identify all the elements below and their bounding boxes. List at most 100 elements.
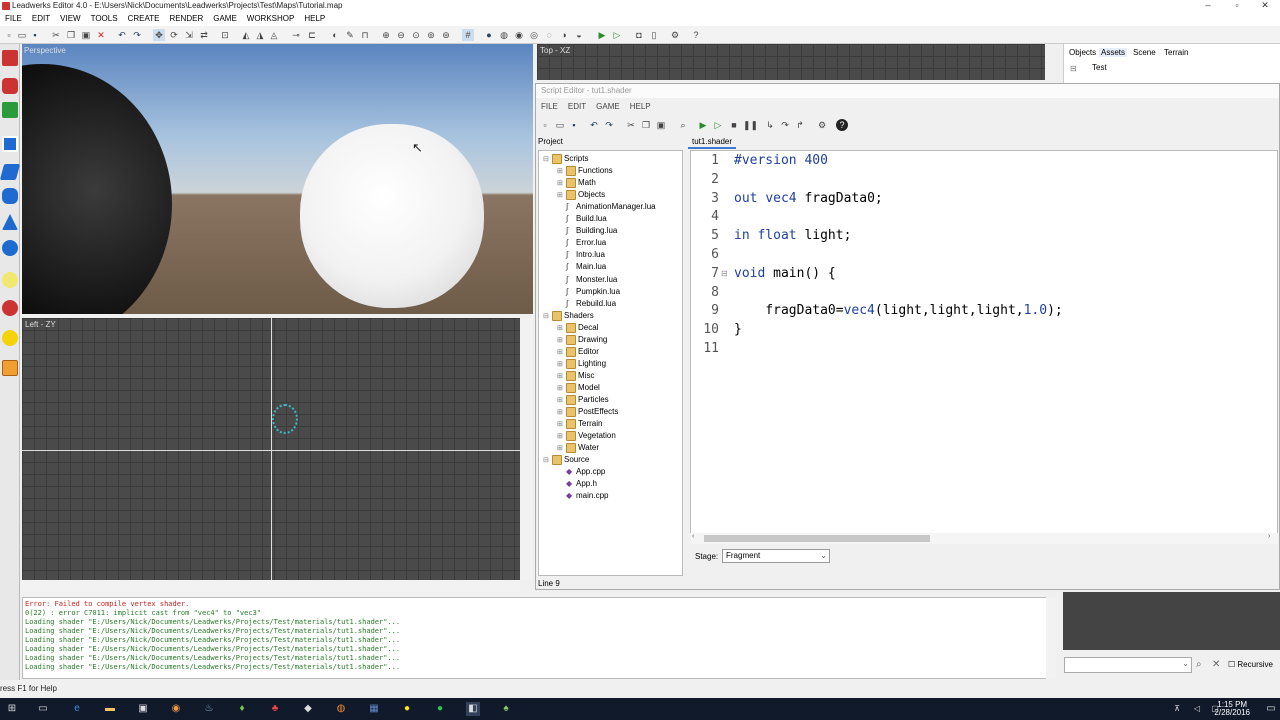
tree-item[interactable]: ⊞ Lighting	[557, 358, 606, 370]
menu-workshop[interactable]: WORKSHOP	[242, 12, 300, 26]
copy-icon[interactable]: ❐	[65, 29, 77, 41]
se-menu-help[interactable]: HELP	[625, 100, 656, 114]
tree-item[interactable]: ⊞ Vegetation	[557, 430, 616, 442]
store-icon[interactable]: ▣	[136, 702, 150, 716]
tree-item[interactable]: ⊞ PostEffects	[557, 406, 618, 418]
se-step-over-icon[interactable]: ↷	[779, 119, 791, 131]
menu-tools[interactable]: TOOLS	[86, 12, 123, 26]
tree-item[interactable]: ⊞ Objects	[557, 189, 605, 201]
select-move-icon[interactable]: ✥	[153, 29, 165, 41]
tree-item[interactable]: ⊟ Source	[543, 454, 589, 466]
blender-icon[interactable]: ◍	[334, 702, 348, 716]
tree-item[interactable]: ⊞ Decal	[557, 322, 598, 334]
zoom-fit-icon[interactable]: ⊙	[410, 29, 422, 41]
align-center-icon[interactable]: ◮	[254, 29, 266, 41]
camera-icon[interactable]: ◘	[633, 29, 645, 41]
maximize-button[interactable]: ▫	[1222, 0, 1252, 12]
code-editor[interactable]: 1 #version 400 2 3 out vec4 fragData0; 4 5 in f…	[690, 150, 1278, 544]
steam-icon[interactable]: ♨	[202, 702, 216, 716]
view-shaded-icon[interactable]: ◎	[528, 29, 540, 41]
unlink-icon[interactable]: ⊏	[306, 29, 318, 41]
menu-view[interactable]: VIEW	[55, 12, 85, 26]
se-options-gear-icon[interactable]: ⚙	[816, 119, 828, 131]
zoom-out-icon[interactable]: ⊖	[395, 29, 407, 41]
system-clock[interactable]: 1:15 PM 2/28/2016	[1214, 701, 1250, 717]
top-xz-viewport[interactable]: Top - XZ	[537, 44, 1045, 80]
view-solid-icon[interactable]: ●	[483, 29, 495, 41]
network-icon[interactable]: ⊼	[1170, 702, 1184, 716]
tree-item[interactable]: ⊞ Model	[557, 382, 600, 394]
align-right-icon[interactable]: ◬	[268, 29, 280, 41]
scale-icon[interactable]: ⇲	[183, 29, 195, 41]
editor-task-icon[interactable]: ◧	[466, 702, 480, 716]
tree-item[interactable]: ⊟ Scripts	[543, 153, 588, 165]
options-gear-icon[interactable]: ⚙	[669, 29, 681, 41]
spotify-icon[interactable]: ●	[433, 702, 447, 716]
grid-icon[interactable]: #	[462, 29, 474, 41]
tree-item[interactable]: ◆ App.cpp	[557, 466, 605, 478]
box-tool-icon[interactable]	[2, 50, 18, 66]
menu-game[interactable]: GAME	[208, 12, 242, 26]
delete-icon[interactable]: ✕	[95, 29, 107, 41]
se-pause-icon[interactable]: ❚❚	[743, 119, 758, 131]
tree-item[interactable]: ∫ Pumpkin.lua	[557, 286, 620, 298]
visual-studio-icon[interactable]: ▦	[367, 702, 381, 716]
se-step-into-icon[interactable]: ↳	[764, 119, 776, 131]
fold-marker-icon[interactable]: ⊟	[721, 269, 728, 278]
snap-icon[interactable]: ⊡	[219, 29, 231, 41]
tree-item[interactable]: ∫ Monster.lua	[557, 274, 617, 286]
zoom-in-icon[interactable]: ⊕	[380, 29, 392, 41]
volume-icon[interactable]: ◁	[1190, 702, 1204, 716]
search-icon[interactable]: ⌕	[1196, 659, 1202, 670]
view-wire-icon[interactable]: ◍	[498, 29, 510, 41]
file-explorer-icon[interactable]: ▬	[103, 702, 117, 716]
rotate-icon[interactable]: ⟳	[168, 29, 180, 41]
tree-expander-icon[interactable]: ⊟	[543, 154, 552, 166]
tree-item[interactable]: ∫ Error.lua	[557, 237, 606, 249]
code-hscroll-thumb[interactable]	[704, 535, 930, 542]
tree-item[interactable]: ⊞ Water	[557, 442, 599, 454]
run-icon[interactable]: ▶	[596, 29, 608, 41]
lock-icon[interactable]: ⊓	[359, 29, 371, 41]
cut-icon[interactable]: ✂	[50, 29, 62, 41]
cone-tool-icon[interactable]	[2, 214, 18, 230]
task-view-icon[interactable]: ▭	[36, 702, 50, 716]
undo-icon[interactable]: ↶	[116, 29, 128, 41]
new-icon[interactable]: ▫	[3, 29, 15, 41]
se-step-out-icon[interactable]: ↱	[794, 119, 806, 131]
code-line[interactable]: in float light;	[734, 228, 851, 243]
point-light-icon[interactable]	[2, 330, 18, 346]
view-physics-icon[interactable]: ◑	[558, 29, 570, 41]
tree-expand-icon[interactable]: ⊟	[1070, 64, 1077, 73]
tree-item[interactable]: ◆ App.h	[557, 478, 597, 490]
scroll-left-icon[interactable]: ‹	[692, 533, 694, 540]
tree-expander-icon[interactable]: ⊟	[543, 311, 552, 323]
view-navmesh-icon[interactable]: ◌	[543, 29, 555, 41]
tree-item[interactable]: ∫ Building.lua	[557, 225, 617, 237]
minimize-button[interactable]: –	[1193, 0, 1223, 12]
tab-terrain[interactable]: Terrain	[1162, 48, 1190, 57]
paint-icon[interactable]: ◐	[329, 29, 341, 41]
asset-search-input[interactable]: ⌄	[1064, 657, 1192, 673]
link-icon[interactable]: ⊸	[290, 29, 302, 41]
se-cut-icon[interactable]: ✂	[625, 119, 637, 131]
light-tool-icon[interactable]	[2, 272, 18, 288]
prism-tool-icon[interactable]	[0, 164, 21, 180]
sphere-tool-icon[interactable]	[2, 240, 18, 256]
tree-item[interactable]: ∫ Rebuild.lua	[557, 298, 616, 310]
tree-item[interactable]: ⊞ Editor	[557, 346, 599, 358]
fullscreen-icon[interactable]: ▯	[648, 29, 660, 41]
zoom-selection-icon[interactable]: ⊚	[425, 29, 437, 41]
save-icon[interactable]: ▪	[29, 29, 41, 41]
se-menu-edit[interactable]: EDIT	[563, 100, 591, 114]
tab-scene[interactable]: Scene	[1131, 48, 1158, 57]
tree-item[interactable]: ∫ Intro.lua	[557, 249, 605, 261]
norton-icon[interactable]: ●	[400, 702, 414, 716]
recursive-checkbox[interactable]: ☐ Recursive	[1228, 660, 1273, 669]
tree-item[interactable]: ⊟ Shaders	[543, 310, 594, 322]
view-lit-icon[interactable]: ◉	[513, 29, 525, 41]
leadwerks-icon[interactable]: ◆	[301, 702, 315, 716]
menu-edit[interactable]: EDIT	[27, 12, 55, 26]
emitter-tool-icon[interactable]	[2, 300, 18, 316]
code-line[interactable]: out vec4 fragData0;	[734, 191, 883, 206]
